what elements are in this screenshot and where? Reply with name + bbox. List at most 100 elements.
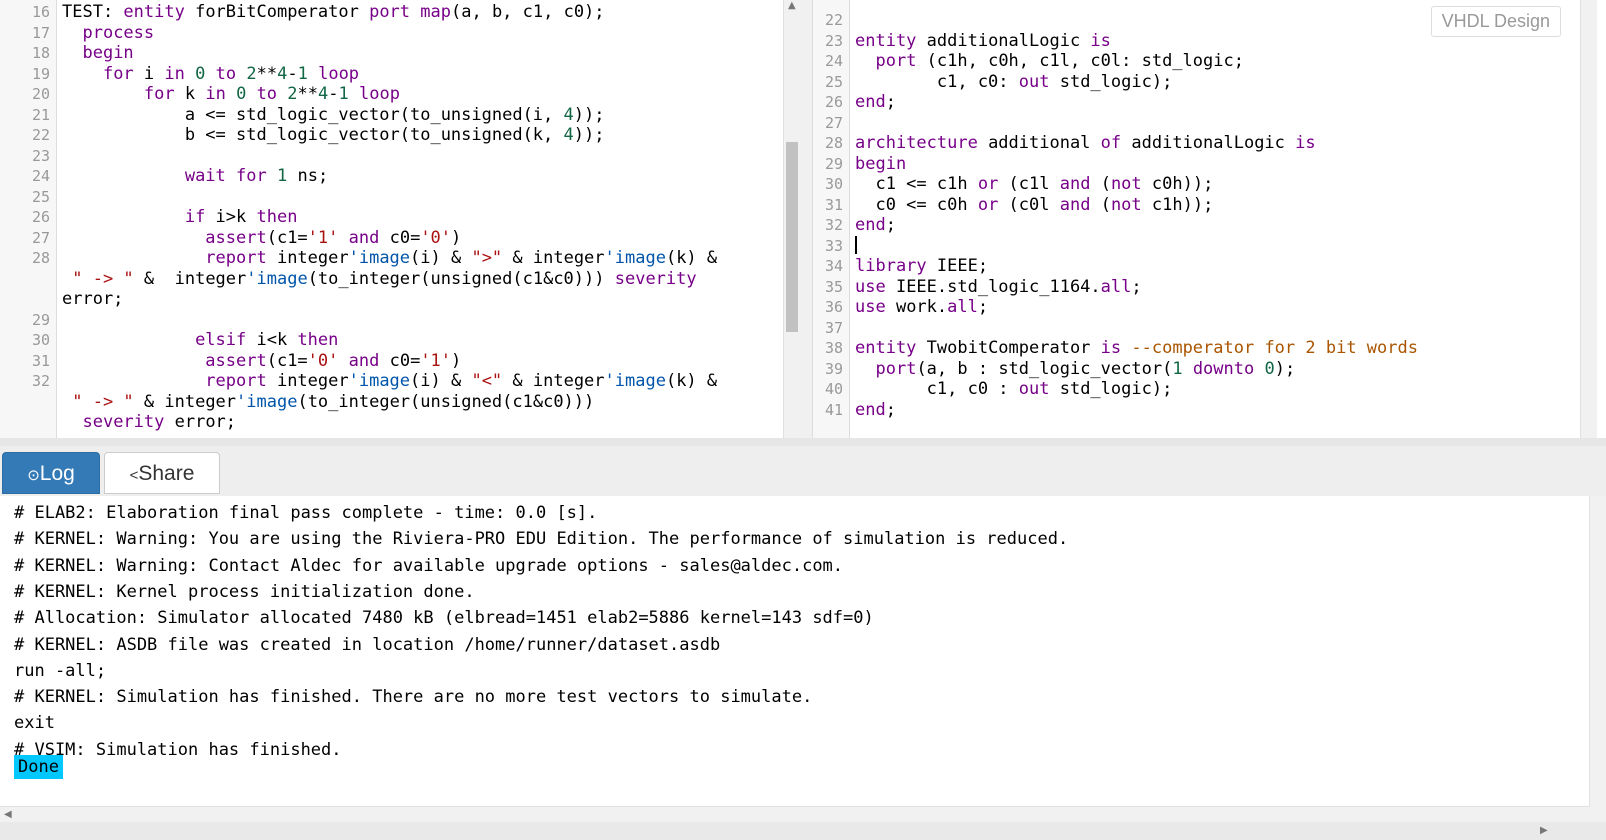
code-text[interactable]: assert(c1='0' and c0='1') — [62, 351, 461, 372]
log-line: # VSIM: Simulation has finished. — [14, 739, 342, 760]
code-text[interactable]: " -> " & integer'image(to_integer(unsign… — [62, 269, 696, 290]
code-text[interactable]: entity additionalLogic is — [855, 31, 1111, 52]
code-line[interactable]: 29 — [0, 310, 800, 331]
code-line[interactable]: 16 TEST: entity forBitComperator port map… — [0, 2, 800, 23]
code-line[interactable]: 22 b <= std_logic_vector(to_unsigned(k, … — [0, 125, 800, 146]
code-line[interactable]: 24 wait for 1 ns; — [0, 166, 800, 187]
code-line[interactable]: 23 — [0, 146, 800, 167]
scroll-up-icon[interactable]: ▲ — [788, 0, 796, 11]
code-text[interactable]: use IEEE.std_logic_1164.all; — [855, 277, 1142, 298]
code-text[interactable]: TEST: entity forBitComperator port map(a… — [62, 2, 605, 23]
code-text[interactable]: end; — [855, 92, 896, 113]
code-text[interactable]: " -> " & integer'image(to_integer(unsign… — [62, 392, 594, 413]
code-text[interactable]: port (c1h, c0h, c1l, c0l: std_logic; — [855, 51, 1243, 72]
code-text[interactable]: begin — [62, 43, 133, 64]
code-line[interactable]: 19 for i in 0 to 2**4-1 loop — [0, 64, 800, 85]
editor-vertical-scrollbar[interactable]: ▲ — [783, 0, 800, 438]
log-line: exit — [14, 713, 55, 734]
code-text[interactable]: begin — [855, 154, 906, 175]
scroll-left-icon[interactable]: ◀ — [4, 809, 12, 820]
code-line[interactable]: 27 assert(c1='1' and c0='0') — [0, 228, 800, 249]
code-text[interactable]: entity TwobitComperator is --comperator … — [855, 338, 1418, 359]
code-line[interactable]: 29 begin — [813, 154, 1597, 175]
code-line[interactable]: 28 architecture additional of additionalL… — [813, 133, 1597, 154]
code-line[interactable]: 30 c1 <= c1h or (c1l and (not c0h)); — [813, 174, 1597, 195]
line-number: 25 — [31, 187, 50, 206]
code-line[interactable]: 32 report integer'image(i) & "<" & integ… — [0, 371, 800, 392]
code-text[interactable]: end; — [855, 215, 896, 236]
code-text[interactable]: wait for 1 ns; — [62, 166, 328, 187]
code-text[interactable]: a <= std_logic_vector(to_unsigned(i, 4))… — [62, 105, 605, 126]
code-text[interactable]: report integer'image(i) & "<" & integer'… — [62, 371, 717, 392]
line-number: 20 — [31, 85, 50, 103]
play-circle-icon: ⊙ — [27, 467, 40, 484]
code-text[interactable]: c1 <= c1h or (c1l and (not c0h)); — [855, 174, 1213, 195]
code-text[interactable]: use work.all; — [855, 297, 988, 318]
code-text[interactable]: report integer'image(i) & ">" & integer'… — [62, 248, 717, 269]
code-text[interactable]: for k in 0 to 2**4-1 loop — [62, 84, 400, 105]
vertical-splitter[interactable] — [800, 0, 812, 438]
testbench-editor[interactable]: 16 TEST: entity forBitComperator port map… — [0, 0, 801, 438]
code-text[interactable] — [855, 235, 857, 257]
code-line[interactable]: 33 — [813, 235, 1597, 257]
code-text[interactable]: process — [62, 23, 154, 44]
bottom-scrollbar[interactable]: ▶ — [0, 822, 1606, 840]
log-output[interactable]: # ELAB2: Elaboration final pass complete… — [0, 496, 1590, 804]
code-line[interactable]: 26 if i>k then — [0, 207, 800, 228]
tab-log[interactable]: ⊙Log — [2, 452, 100, 494]
code-line[interactable]: 20 for k in 0 to 2**4-1 loop — [0, 84, 800, 105]
code-text[interactable]: assert(c1='1' and c0='0') — [62, 228, 461, 249]
code-text[interactable]: c0 <= c0h or (c0l and (not c1h)); — [855, 195, 1213, 216]
code-line[interactable]: 31 c0 <= c0h or (c0l and (not c1h)); — [813, 195, 1597, 216]
code-line[interactable]: 34 library IEEE; — [813, 256, 1597, 277]
code-text[interactable]: error; — [62, 289, 123, 310]
scrollbar-thumb[interactable] — [786, 142, 798, 332]
line-number: 29 — [824, 154, 843, 173]
code-line[interactable]: 30 elsif i<k then — [0, 330, 800, 351]
code-line[interactable]: 28 report integer'image(i) & ">" & integ… — [0, 248, 800, 269]
code-line[interactable]: 39 port(a, b : std_logic_vector(1 downto… — [813, 359, 1597, 380]
code-line[interactable]: 40 c1, c0 : out std_logic); — [813, 379, 1597, 400]
code-text[interactable]: library IEEE; — [855, 256, 988, 277]
code-text[interactable]: b <= std_logic_vector(to_unsigned(k, 4))… — [62, 125, 605, 146]
code-line[interactable]: 24 port (c1h, c0h, c1l, c0l: std_logic; — [813, 51, 1597, 72]
code-line[interactable]: 38 entity TwobitComperator is --comperato… — [813, 338, 1597, 359]
code-line[interactable]: 31 assert(c1='0' and c0='1') — [0, 351, 800, 372]
code-text[interactable]: for i in 0 to 2**4-1 loop — [62, 64, 359, 85]
code-line[interactable]: 21 a <= std_logic_vector(to_unsigned(i, … — [0, 105, 800, 126]
code-line[interactable]: 27 — [813, 113, 1597, 134]
code-text[interactable]: c1, c0: out std_logic); — [855, 72, 1172, 93]
log-vertical-scrollbar[interactable] — [1589, 496, 1606, 822]
code-line[interactable]: " -> " & integer'image(to_integer(unsign… — [0, 392, 800, 413]
code-text[interactable]: elsif i<k then — [62, 330, 338, 351]
code-text[interactable]: port(a, b : std_logic_vector(1 downto 0)… — [855, 359, 1295, 380]
code-line[interactable]: 17 process — [0, 23, 800, 44]
code-line[interactable]: " -> " & integer'image(to_integer(unsign… — [0, 269, 800, 290]
editor-vertical-scrollbar[interactable] — [1580, 0, 1597, 438]
code-line[interactable]: 26 end; — [813, 92, 1597, 113]
code-text[interactable]: if i>k then — [62, 207, 298, 228]
file-type-badge: VHDL Design — [1430, 6, 1561, 37]
line-number: 33 — [824, 236, 843, 255]
code-line[interactable]: 32 end; — [813, 215, 1597, 236]
code-line[interactable]: 35 use IEEE.std_logic_1164.all; — [813, 277, 1597, 298]
code-text[interactable]: end; — [855, 400, 896, 421]
design-editor[interactable]: 22 23 entity additionalLogic is 24 port (c1… — [812, 0, 1597, 438]
horizontal-splitter[interactable] — [0, 438, 1606, 446]
line-number: 26 — [824, 93, 843, 111]
code-line[interactable]: severity error; — [0, 412, 800, 433]
code-line[interactable]: 41 end; — [813, 400, 1597, 421]
code-text[interactable]: c1, c0 : out std_logic); — [855, 379, 1173, 400]
code-line[interactable]: 25 — [0, 187, 800, 208]
code-line[interactable]: 18 begin — [0, 43, 800, 64]
code-text[interactable]: architecture additional of additionalLog… — [855, 133, 1316, 154]
code-line[interactable]: 37 — [813, 318, 1597, 339]
tab-share[interactable]: <Share — [104, 452, 220, 494]
code-text[interactable]: severity error; — [62, 412, 236, 433]
line-number: 29 — [31, 310, 50, 329]
log-horizontal-scrollbar[interactable]: ◀ — [0, 806, 1590, 823]
scroll-right-icon[interactable]: ▶ — [1540, 825, 1548, 836]
code-line[interactable]: 36 use work.all; — [813, 297, 1597, 318]
code-line[interactable]: error; — [0, 289, 800, 310]
code-line[interactable]: 25 c1, c0: out std_logic); — [813, 72, 1597, 93]
